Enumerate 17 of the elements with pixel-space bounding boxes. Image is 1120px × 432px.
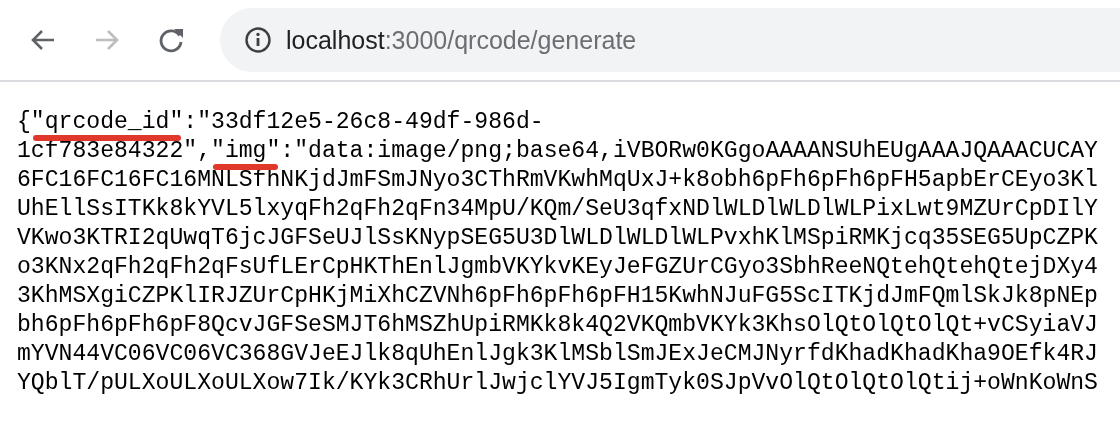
json-text: :"data:image/png;base64,iVBORw0KGgoAAAANSUhEUgAAAJQAAACUCAY [280, 138, 1098, 164]
url-text: localhost:3000/qrcode/generate [286, 25, 637, 55]
json-text: :"33df12e5-26c8-49df-986d- [183, 109, 544, 135]
json-text: 3KhMSXgiCZPKlIRJZUrCpHKjMiXhCZVNh6pFh6pFh6pFH15KwhNJuFG5ScITKjdJmFQmlSkJk8pNEp [17, 283, 1098, 309]
json-text: 6FC16FC16FC16MNLSfhNKjdJmFSmJNyo3CThRmVKwhMqUxJ+k8obh6pFh6pFh6pFH5apbErCEyo3Kl [17, 167, 1098, 193]
json-text: 1cf783e84322", [17, 138, 212, 164]
json-text: "qrcode_id" [30, 109, 184, 135]
info-icon[interactable] [244, 26, 272, 54]
json-text: UhEllSsITKk8kYVL5lxyqFh2qFh2qFn34MpU/KQm/SeU3qfxNDlWLDlWLDlWLPixLwt9MZUrCpDIlY [17, 196, 1098, 222]
json-text: YQblT/pULXoULXoULXow7Ik/KYk3CRhUrlJwjclYVJ5IgmTyk0SJpVvOlQtOlQtOlQtij+oWnKoWnS [17, 370, 1098, 396]
json-text: VKwo3KTRI2qUwqT6jcJGFSeUJlSsKNypSEG5U3DlWLDlWLDlWLPvxhKlMSpiRMKjcq35SEG5UpCZPK [17, 225, 1098, 251]
json-text: "img" [211, 138, 281, 164]
json-text: { [17, 109, 31, 135]
address-bar[interactable]: localhost:3000/qrcode/generate [220, 8, 1120, 72]
json-text: mYVN44VC06VC06VC368GVJeEJlk8qUhEnlJgk3KlMSblSmJExJeCMJNyrfdKhadKhadKha9OEfk4RJ [17, 341, 1098, 367]
json-text: o3KNx2qFh2qFh2qFsUfLErCpHKThEnlJgmbVKYkvKEyJeFGZUrCGyo3SbhReeNQtehQtehQtejDXy4 [17, 254, 1098, 280]
json-text: bh6pFh6pFh6pF8QcvJGFSeSMJT6hMSZhUpiRMKk8k4Q2VKQmbVKYk3KhsOlQtOlQtOlQt+vCSyiaVJ [17, 312, 1098, 338]
